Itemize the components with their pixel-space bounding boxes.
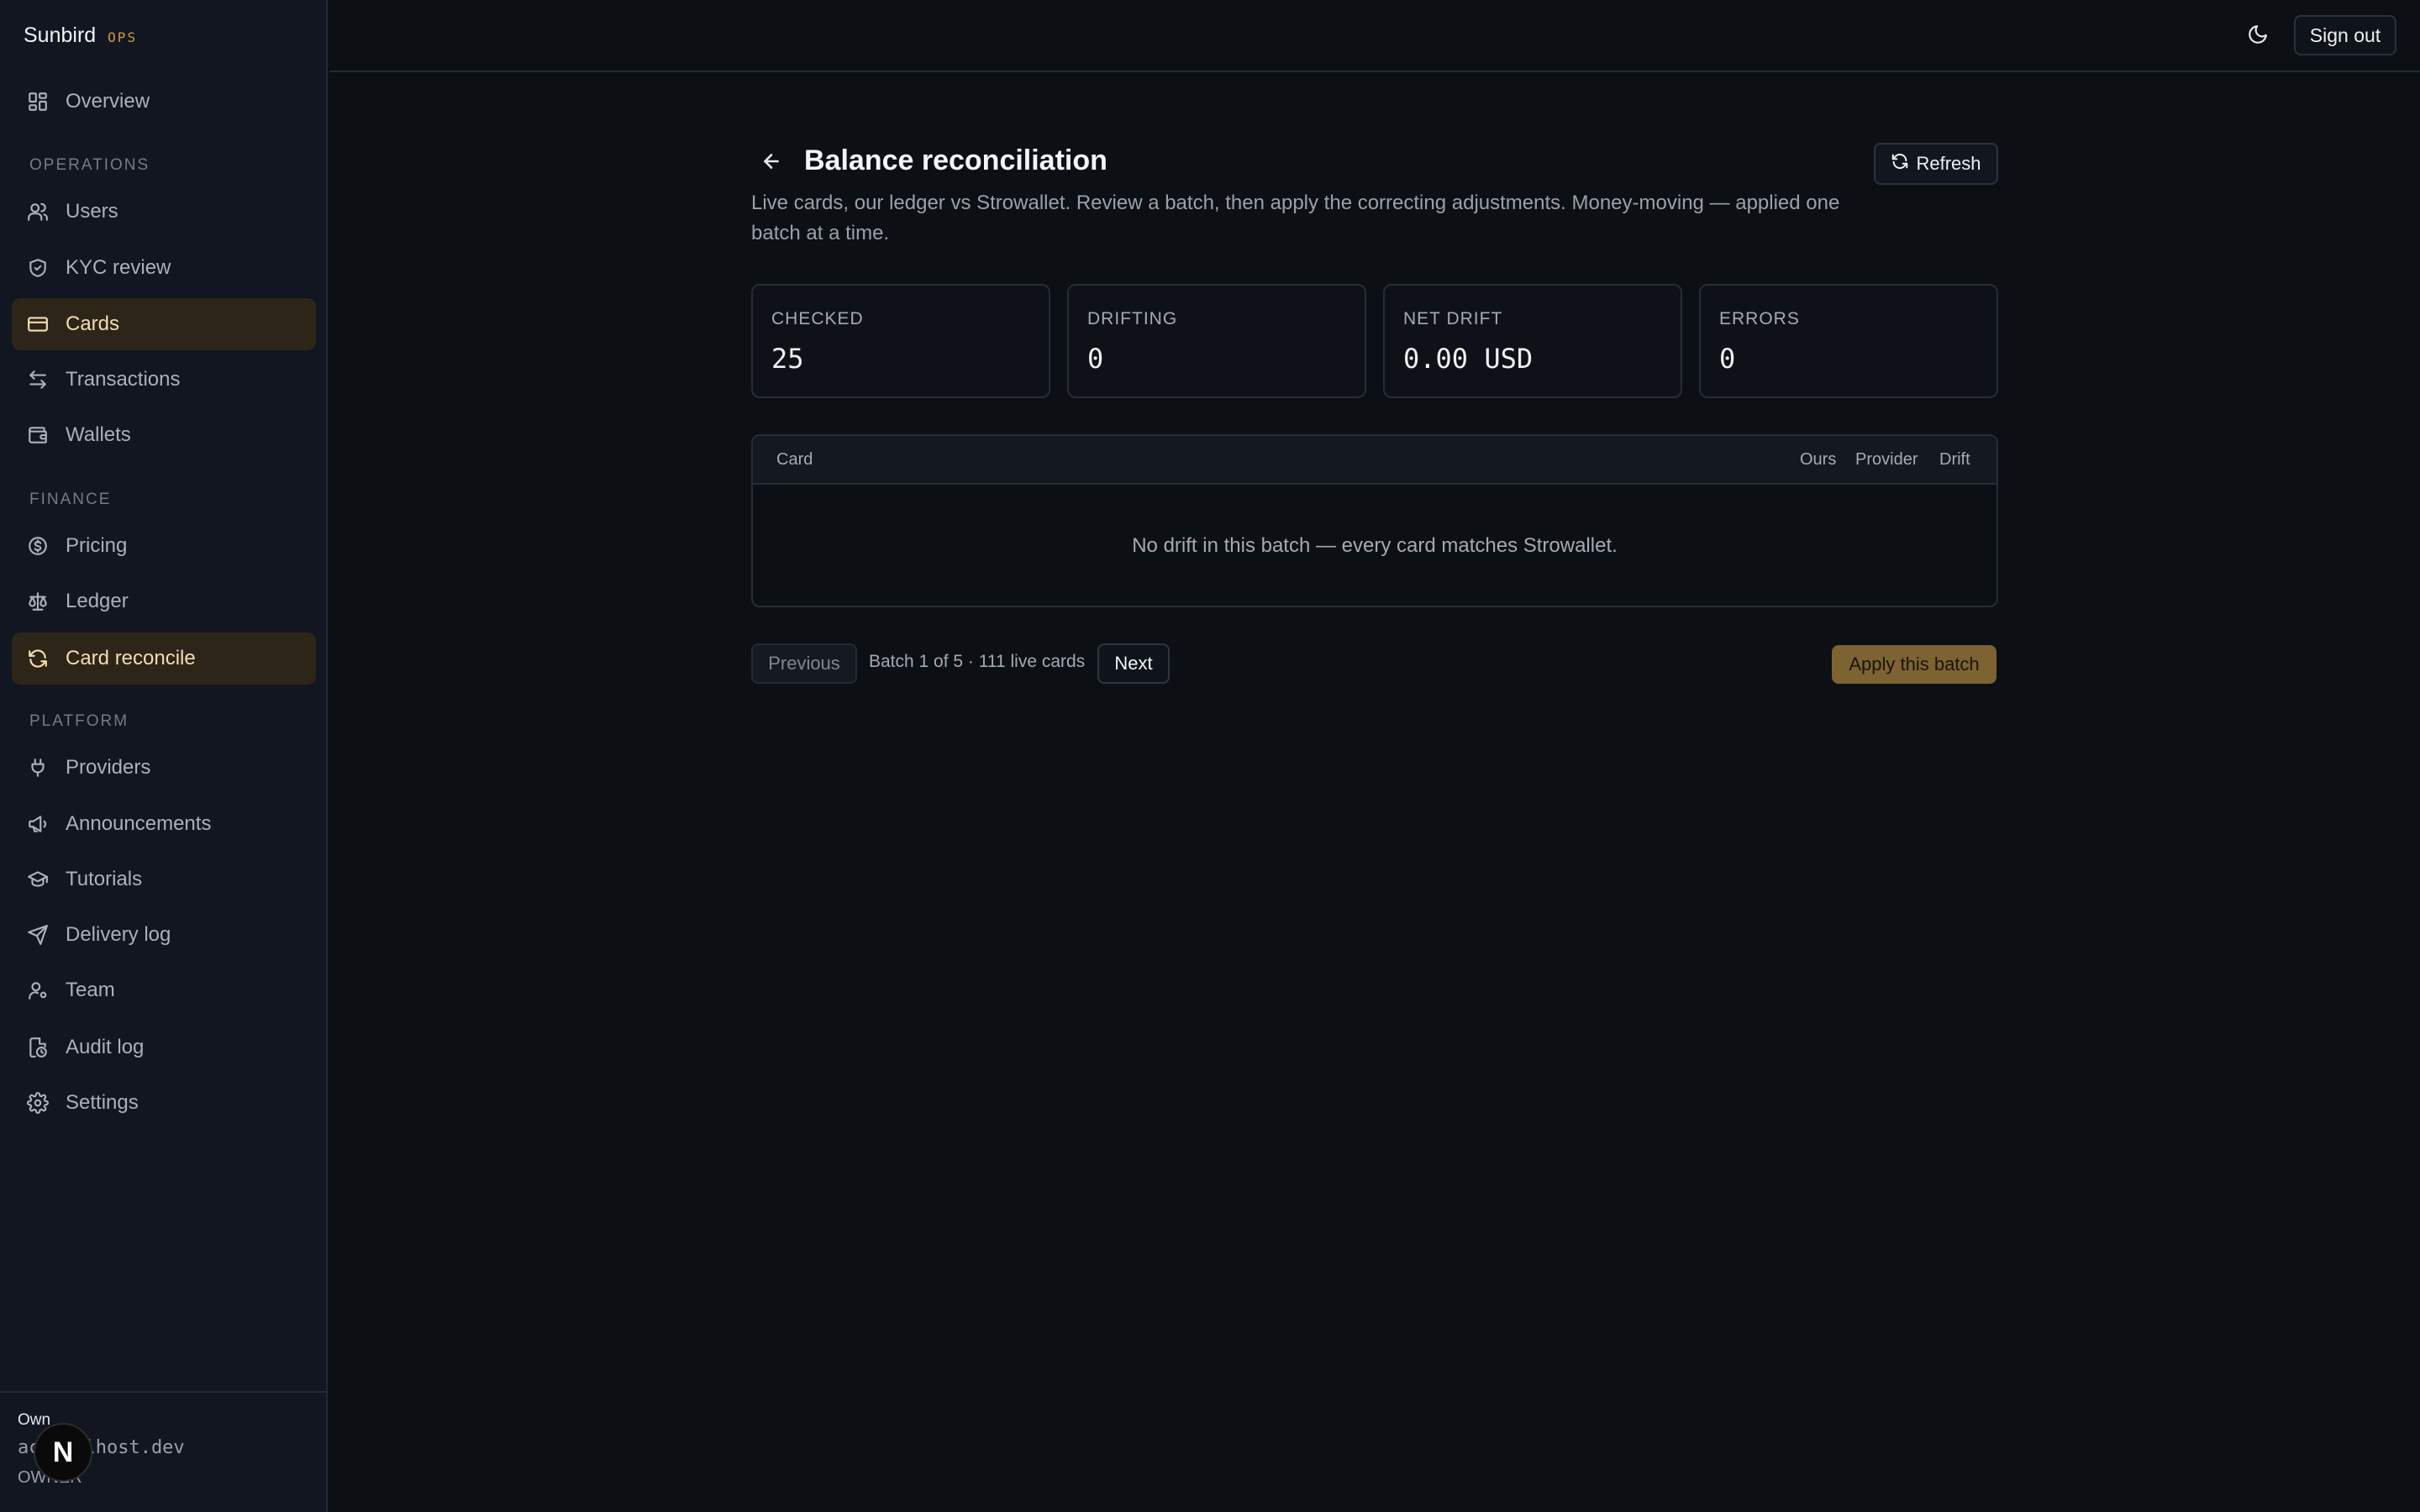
sidebar-item-overview[interactable]: Overview [12, 76, 316, 128]
refresh-icon [1891, 152, 1909, 176]
sidebar-item-label: Providers [66, 756, 151, 779]
sidebar-item-label: Cards [66, 312, 120, 335]
stat-label: NET DRIFT [1403, 309, 1503, 328]
apply-batch-button[interactable]: Apply this batch [1832, 645, 1996, 684]
sidebar-item-providers[interactable]: Providers [12, 742, 316, 794]
plug-icon [27, 757, 49, 779]
batch-info: Batch 1 of 5 · 111 live cards [869, 652, 1086, 671]
credit-card-icon [27, 313, 49, 335]
sidebar-item-label: Users [66, 200, 118, 223]
sidebar-item-label: Transactions [66, 368, 181, 391]
layout-grid-icon [27, 91, 49, 113]
sidebar-item-label: KYC review [66, 256, 171, 279]
refresh-label: Refresh [1916, 153, 1981, 174]
stat-card-errors: ERRORS 0 [1699, 284, 1998, 398]
sidebar-item-users[interactable]: Users [12, 186, 316, 238]
sidebar-item-settings[interactable]: Settings [12, 1077, 316, 1129]
topbar [329, 0, 2420, 72]
column-header-drift: Drift [1939, 450, 1970, 469]
brand-name: Sunbird [24, 24, 97, 47]
sidebar-item-label: Pricing [66, 534, 128, 557]
sidebar-item-label: Ledger [66, 590, 129, 612]
back-button[interactable] [755, 146, 788, 180]
previous-button[interactable]: Previous [751, 643, 857, 684]
graduation-cap-icon [27, 869, 49, 890]
sidebar: Sunbird OPS Overview OPERATIONS Users KY… [0, 0, 328, 1512]
sidebar-item-audit-log[interactable]: Audit log [12, 1021, 316, 1074]
stat-label: CHECKED [771, 309, 864, 328]
sidebar-item-card-reconcile[interactable]: Card reconcile [12, 633, 316, 685]
column-header-ours: Ours [1800, 450, 1837, 469]
sidebar-item-transactions[interactable]: Transactions [12, 354, 316, 406]
sidebar-item-label: Overview [66, 90, 150, 113]
stat-card-net-drift: NET DRIFT 0.00 USD [1383, 284, 1682, 398]
gear-icon [27, 1092, 49, 1114]
stat-value: 25 [771, 343, 804, 375]
section-label-operations: OPERATIONS [29, 156, 150, 174]
next-devtools-badge[interactable]: N [34, 1423, 92, 1482]
section-label-platform: PLATFORM [29, 712, 129, 730]
wallet-icon [27, 424, 49, 446]
user-cog-icon [27, 979, 49, 1001]
stat-label: ERRORS [1719, 309, 1800, 328]
brand[interactable]: Sunbird OPS [24, 24, 137, 50]
arrows-left-right-icon [27, 369, 49, 391]
stat-value: 0.00 USD [1403, 343, 1534, 375]
sidebar-item-label: Announcements [66, 812, 212, 835]
megaphone-icon [27, 813, 49, 835]
stat-label: DRIFTING [1087, 309, 1178, 328]
brand-tag: OPS [108, 29, 138, 45]
app-root: Sunbird OPS Overview OPERATIONS Users KY… [0, 0, 2420, 1512]
sidebar-item-cards[interactable]: Cards [12, 298, 316, 350]
table-empty-message: No drift in this batch — every card matc… [1132, 534, 1618, 557]
scale-icon [27, 591, 49, 612]
stat-value: 0 [1087, 343, 1104, 375]
send-icon [27, 924, 49, 946]
page-description: Live cards, our ledger vs Strowallet. Re… [751, 192, 1840, 244]
drift-table: Card Ours Provider Drift No drift in thi… [751, 434, 1998, 607]
users-icon [27, 201, 49, 223]
sidebar-item-label: Tutorials [66, 868, 143, 890]
sidebar-item-label: Wallets [66, 423, 131, 446]
file-clock-icon [27, 1037, 49, 1058]
sidebar-item-label: Delivery log [66, 923, 171, 946]
sidebar-item-pricing[interactable]: Pricing [12, 520, 316, 572]
sidebar-item-label: Team [66, 979, 115, 1001]
stat-value: 0 [1719, 343, 1736, 375]
stat-card-checked: CHECKED 25 [751, 284, 1050, 398]
sidebar-item-label: Card reconcile [66, 647, 196, 669]
sidebar-item-kyc-review[interactable]: KYC review [12, 242, 316, 294]
column-header-card: Card [776, 450, 813, 469]
arrow-left-icon [760, 150, 782, 176]
moon-icon [2247, 24, 2269, 50]
next-button[interactable]: Next [1097, 643, 1170, 684]
sidebar-item-label: Settings [66, 1091, 139, 1114]
sidebar-item-delivery-log[interactable]: Delivery log [12, 909, 316, 961]
column-header-provider: Provider [1855, 450, 1918, 469]
refresh-icon [27, 648, 49, 669]
refresh-button[interactable]: Refresh [1874, 143, 1998, 185]
shield-check-icon [27, 257, 49, 279]
theme-toggle-button[interactable] [2235, 18, 2281, 54]
sidebar-item-ledger[interactable]: Ledger [12, 575, 316, 627]
sidebar-item-label: Audit log [66, 1036, 145, 1058]
dollar-circle-icon [27, 535, 49, 557]
sidebar-item-team[interactable]: Team [12, 964, 316, 1016]
sidebar-item-wallets[interactable]: Wallets [12, 409, 316, 461]
section-label-finance: FINANCE [29, 491, 112, 508]
stat-card-drifting: DRIFTING 0 [1067, 284, 1366, 398]
page-title: Balance reconciliation [804, 144, 1107, 176]
sidebar-item-announcements[interactable]: Announcements [12, 798, 316, 850]
account-label: Own [18, 1411, 51, 1429]
sign-out-button[interactable]: Sign out [2294, 15, 2396, 55]
table-header: Card Ours Provider Drift [753, 436, 1996, 485]
sidebar-item-tutorials[interactable]: Tutorials [12, 853, 316, 906]
